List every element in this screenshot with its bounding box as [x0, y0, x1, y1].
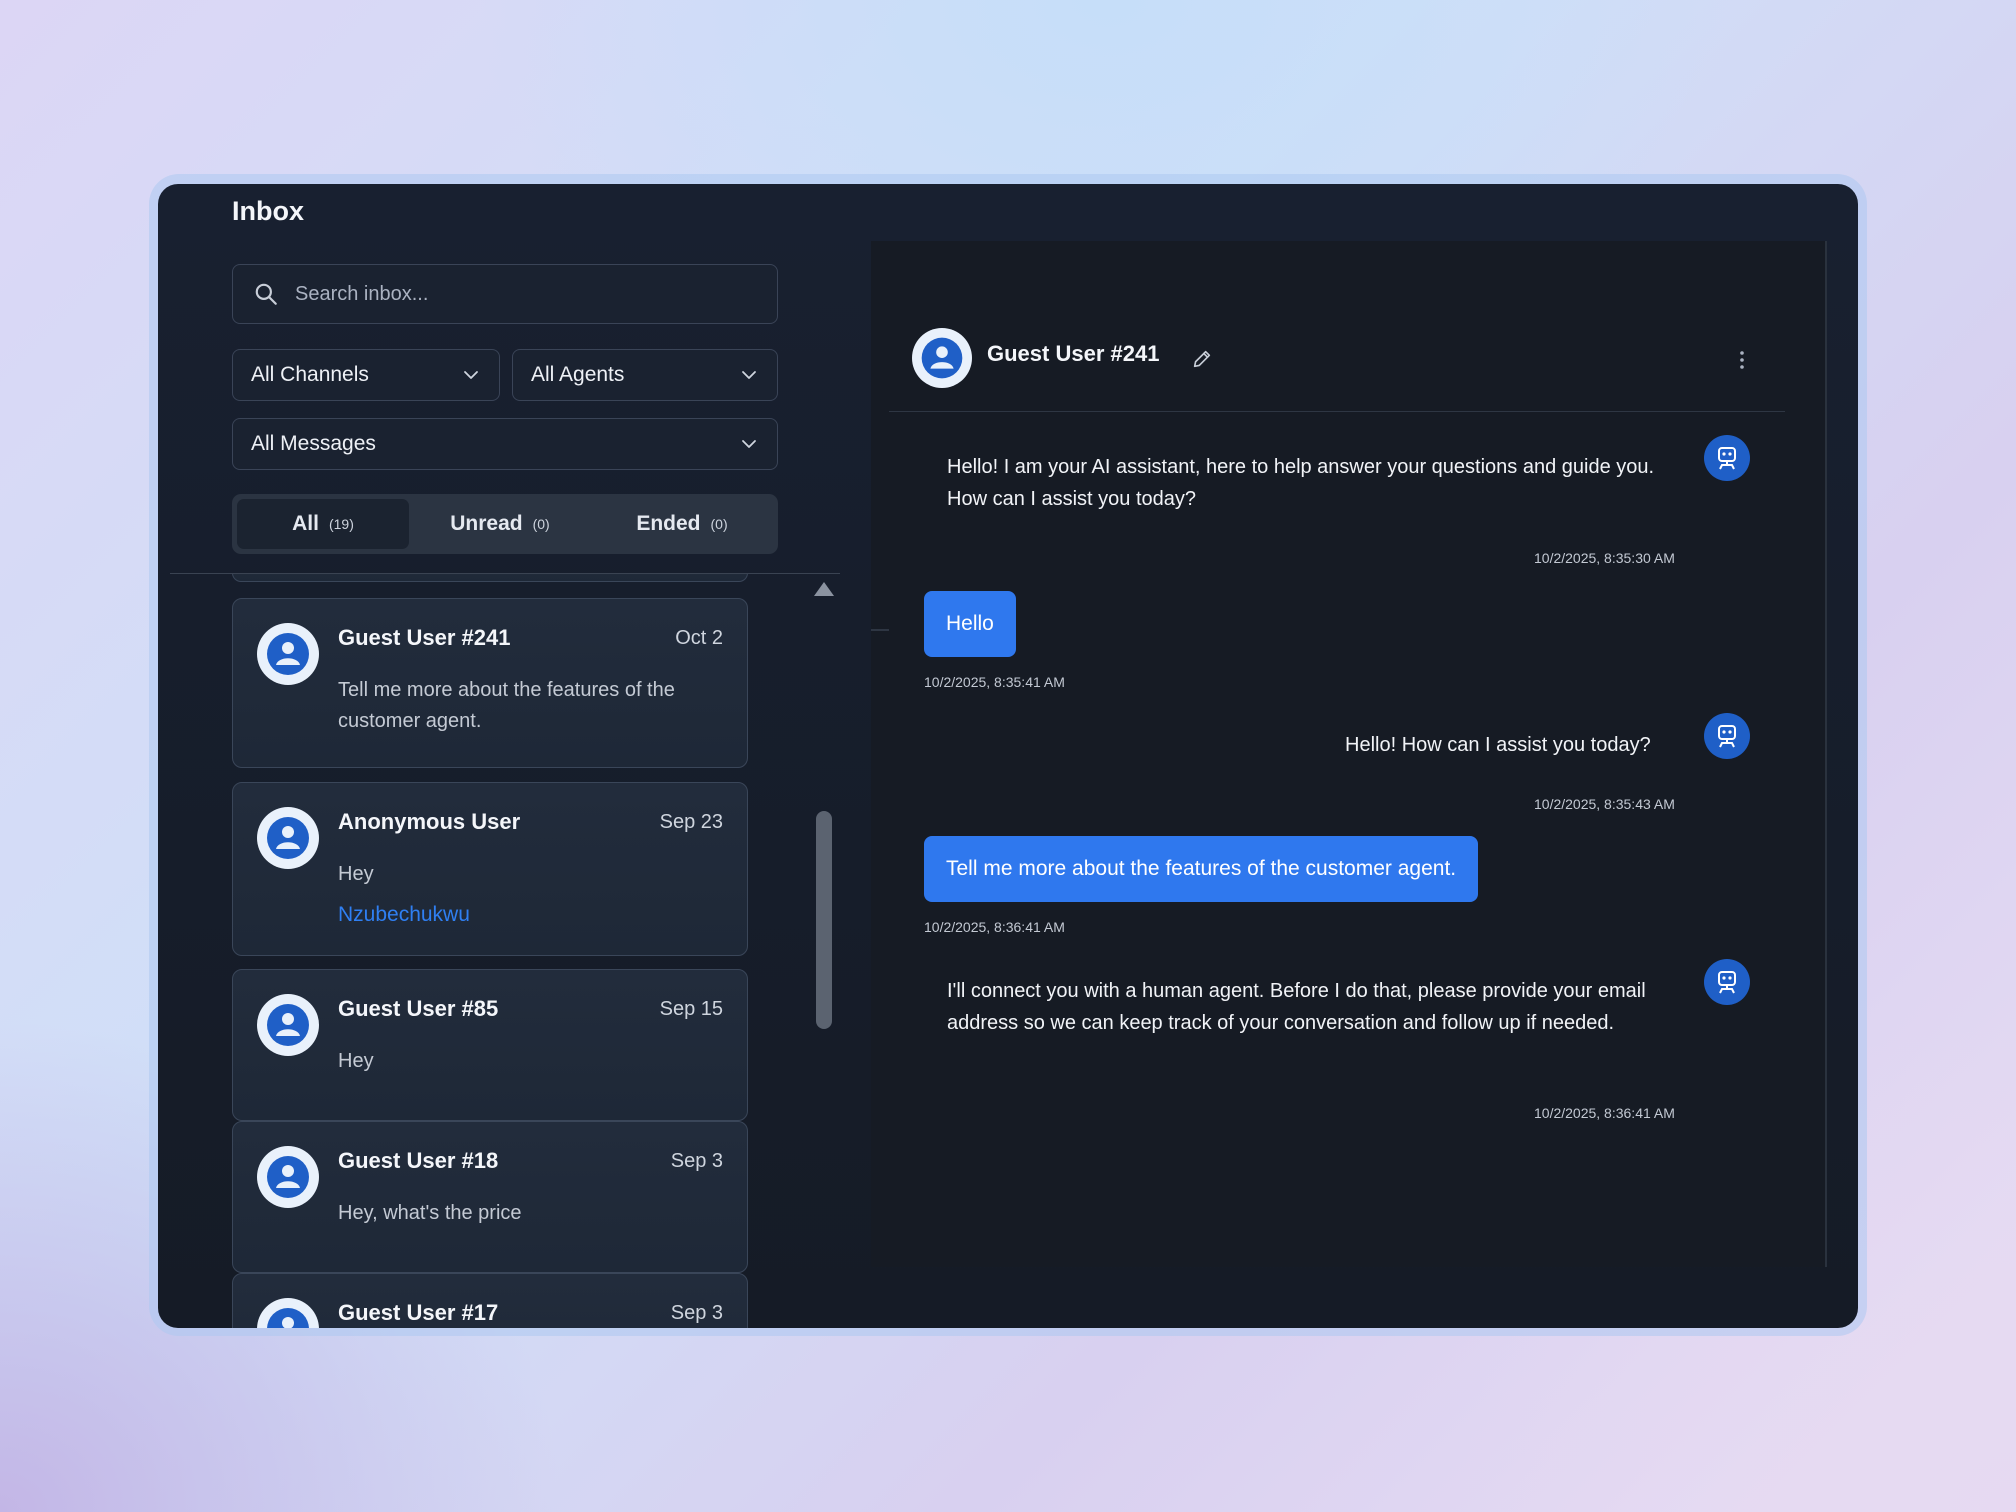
conversation-date: Sep 3	[670, 1150, 723, 1172]
tab-label: All	[292, 512, 319, 535]
conversation-date: Oct 2	[675, 627, 723, 649]
chat-title: Guest User #241	[987, 341, 1160, 366]
list-item-partial	[232, 574, 748, 582]
conversation-name: Guest User #17	[338, 1300, 499, 1325]
list-item[interactable]: Guest User #85 Sep 15 Hey	[232, 969, 748, 1121]
avatar	[257, 994, 319, 1056]
conversation-preview: Hey	[338, 1050, 374, 1072]
user-message: Tell me more about the features of the c…	[924, 836, 1479, 902]
assigned-agent: Nzubechukwu	[338, 903, 470, 926]
tab-ended[interactable]: Ended (0)	[591, 499, 773, 549]
search-box[interactable]	[232, 264, 778, 324]
avatar	[257, 1298, 319, 1328]
bot-icon	[1704, 435, 1750, 481]
tab-count: (0)	[710, 516, 728, 532]
chat-header-divider	[889, 411, 1785, 412]
conversation-preview: Tell me more about the features of the c…	[338, 679, 675, 732]
user-avatar-icon	[257, 807, 319, 869]
chevron-down-icon	[742, 440, 756, 448]
chat-header-avatar	[912, 328, 972, 388]
list-item[interactable]: Guest User #17 Sep 3	[232, 1273, 748, 1328]
inbox-tabs: All (19) Unread (0) Ended (0)	[232, 494, 778, 554]
tab-count: (0)	[532, 516, 550, 532]
message-timestamp: 10/2/2025, 8:36:41 AM	[1534, 1105, 1675, 1121]
tab-count: (19)	[328, 516, 354, 532]
search-input[interactable]	[295, 282, 755, 306]
message-timestamp: 10/2/2025, 8:35:41 AM	[924, 674, 1065, 690]
page-title: Inbox	[232, 196, 304, 226]
scroll-up-icon[interactable]	[814, 582, 834, 596]
bot-message: I'll connect you with a human agent. Bef…	[947, 980, 1646, 1034]
pencil-icon[interactable]	[1191, 348, 1213, 370]
chevron-down-icon	[742, 371, 756, 379]
bot-icon	[1704, 959, 1750, 1005]
messages-dropdown[interactable]: All Messages	[232, 418, 778, 470]
user-avatar-icon	[257, 1298, 319, 1328]
user-avatar-icon	[257, 994, 319, 1056]
channels-dropdown[interactable]: All Channels	[232, 349, 500, 401]
tab-label: Unread	[450, 512, 523, 535]
bot-message: Hello! I am your AI assistant, here to h…	[947, 456, 1655, 510]
conversation-date: Sep 3	[670, 1302, 723, 1324]
bot-icon	[1704, 713, 1750, 759]
message-timestamp: 10/2/2025, 8:35:43 AM	[1534, 796, 1675, 812]
channels-dropdown-value: All Channels	[251, 363, 369, 386]
user-avatar-icon	[912, 328, 972, 388]
tab-all[interactable]: All (19)	[237, 499, 409, 549]
user-avatar-icon	[257, 623, 319, 685]
conversation-list: Guest User #241 Oct 2 Tell me more about…	[232, 574, 752, 1328]
conversation-date: Sep 23	[659, 811, 723, 833]
message-timestamp: 10/2/2025, 8:36:41 AM	[924, 919, 1065, 935]
inbox-app: Inbox All Channels All Agents All Messag…	[158, 184, 1858, 1328]
avatar	[257, 1146, 319, 1208]
conversation-preview: Hey, what's the price	[338, 1202, 522, 1224]
panel-tick	[871, 629, 889, 631]
conversation-name: Anonymous User	[338, 809, 521, 834]
messages-dropdown-value: All Messages	[251, 432, 376, 455]
list-item[interactable]: Anonymous User Sep 23 Hey Nzubechukwu	[232, 782, 748, 956]
kebab-menu-icon[interactable]	[1736, 348, 1748, 372]
list-item[interactable]: Guest User #18 Sep 3 Hey, what's the pri…	[232, 1121, 748, 1273]
message-timestamp: 10/2/2025, 8:35:30 AM	[1534, 550, 1675, 566]
agents-dropdown-value: All Agents	[531, 363, 625, 386]
conversation-name: Guest User #85	[338, 996, 499, 1021]
user-message: Hello	[924, 591, 1016, 657]
chevron-down-icon	[464, 371, 478, 379]
conversation-date: Sep 15	[659, 998, 723, 1020]
conversation-preview: Hey	[338, 863, 374, 885]
avatar	[257, 623, 319, 685]
bot-message: Hello! How can I assist you today?	[1345, 734, 1651, 756]
list-item[interactable]: Guest User #241 Oct 2 Tell me more about…	[232, 598, 748, 768]
search-icon	[255, 283, 277, 305]
avatar	[257, 807, 319, 869]
user-avatar-icon	[257, 1146, 319, 1208]
agents-dropdown[interactable]: All Agents	[512, 349, 778, 401]
scrollbar-thumb[interactable]	[816, 811, 832, 1029]
tab-label: Ended	[636, 512, 701, 535]
conversation-name: Guest User #18	[338, 1148, 499, 1173]
conversation-name: Guest User #241	[338, 625, 511, 650]
tab-unread[interactable]: Unread (0)	[409, 499, 591, 549]
